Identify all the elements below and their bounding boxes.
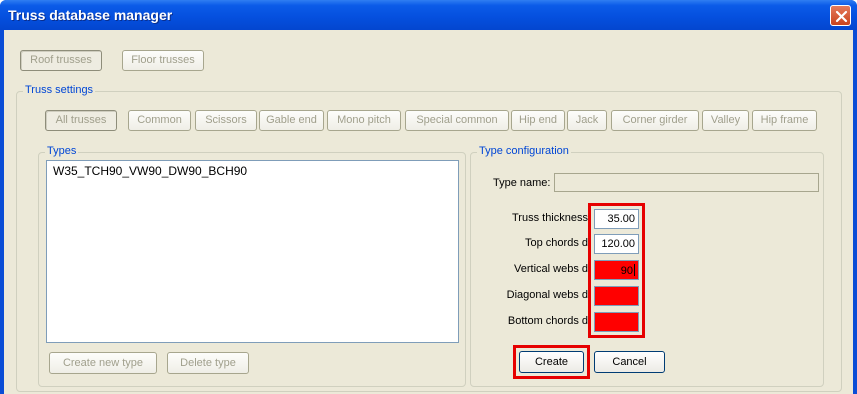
filter-mono-pitch[interactable]: Mono pitch: [327, 110, 401, 131]
filter-hip-end[interactable]: Hip end: [511, 110, 565, 131]
filter-hip-frame[interactable]: Hip frame: [752, 110, 817, 131]
create-button[interactable]: Create: [519, 351, 584, 373]
top-chords-label: Top chords d: [525, 237, 588, 249]
filter-jack[interactable]: Jack: [567, 110, 607, 131]
delete-type-button[interactable]: Delete type: [167, 352, 249, 374]
filter-valley[interactable]: Valley: [702, 110, 749, 131]
filter-common[interactable]: Common: [128, 110, 191, 131]
vertical-webs-value: 90: [620, 265, 633, 277]
diagonal-webs-input[interactable]: [594, 286, 639, 306]
bottom-chords-input[interactable]: [594, 312, 639, 332]
filter-all-trusses[interactable]: All trusses: [45, 110, 117, 131]
filter-corner-girder[interactable]: Corner girder: [611, 110, 699, 131]
cancel-button[interactable]: Cancel: [594, 351, 665, 373]
vertical-webs-input[interactable]: 90: [594, 260, 639, 280]
filter-scissors[interactable]: Scissors: [195, 110, 257, 131]
create-new-type-button[interactable]: Create new type: [49, 352, 157, 374]
truss-settings-legend: Truss settings: [23, 84, 96, 96]
filter-gable-end[interactable]: Gable end: [259, 110, 324, 131]
close-icon: [835, 10, 848, 23]
window-title: Truss database manager: [8, 7, 173, 23]
dialog-client-area: Roof trusses Floor trusses Truss setting…: [4, 30, 853, 394]
types-legend: Types: [45, 145, 79, 157]
filter-special-common[interactable]: Special common: [405, 110, 509, 131]
text-caret: [634, 264, 635, 276]
top-chords-input[interactable]: 120.00: [594, 234, 639, 254]
type-configuration-legend: Type configuration: [477, 145, 571, 157]
title-bar[interactable]: Truss database manager: [0, 0, 857, 30]
dialog-window: Truss database manager Roof trusses Floo…: [0, 0, 857, 394]
vertical-webs-label: Vertical webs d: [514, 263, 588, 275]
list-item[interactable]: W35_TCH90_VW90_DW90_BCH90: [53, 164, 247, 178]
type-name-input[interactable]: [554, 173, 819, 192]
diagonal-webs-label: Diagonal webs d: [506, 289, 588, 301]
type-name-label: Type name:: [493, 177, 551, 189]
truss-thickness-label: Truss thickness: [511, 212, 588, 224]
tab-floor-trusses[interactable]: Floor trusses: [122, 50, 204, 71]
tab-roof-trusses[interactable]: Roof trusses: [20, 50, 102, 71]
bottom-chords-label: Bottom chords d: [507, 315, 588, 327]
truss-thickness-input[interactable]: 35.00: [594, 209, 639, 229]
types-listbox[interactable]: W35_TCH90_VW90_DW90_BCH90: [46, 160, 459, 343]
close-button[interactable]: [830, 5, 851, 26]
